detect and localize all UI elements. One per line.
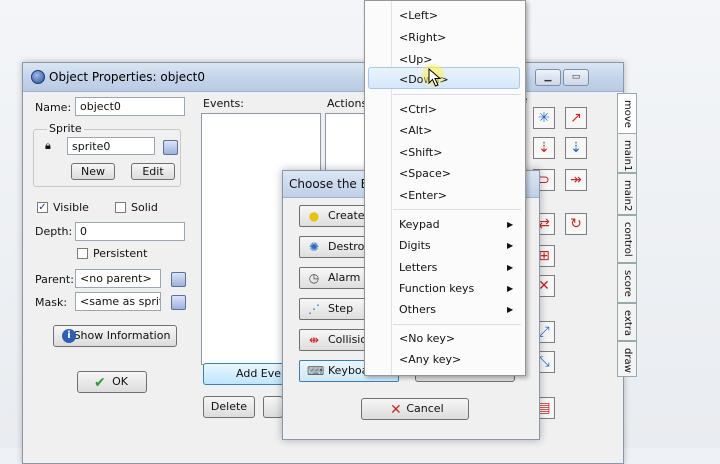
keyboard-icon: ⌨ <box>307 364 325 378</box>
menu-separator <box>393 209 521 210</box>
cancel-label: Cancel <box>406 402 444 415</box>
sprite-group-label: Sprite <box>47 122 84 135</box>
dialog-title: Choose the Ev <box>289 177 376 191</box>
move-fixed-icon[interactable]: ✳ <box>533 107 555 129</box>
mask-field[interactable]: <same as sprite> <box>75 292 161 311</box>
speed-horizontal-icon[interactable]: ⇣ <box>565 137 587 159</box>
menu-item-left[interactable]: <Left> <box>399 9 438 22</box>
menu-item-keypad[interactable]: Keypad <box>399 218 440 231</box>
app-icon <box>31 70 45 84</box>
persistent-label: Persistent <box>93 247 148 260</box>
new-sprite-button[interactable]: New <box>71 163 115 180</box>
name-label: Name: <box>35 101 72 114</box>
step-event-label: Step <box>328 302 354 315</box>
window-title: Object Properties: object0 <box>49 70 206 84</box>
sprite-pin-icon: 🔒︎ <box>45 139 51 152</box>
menu-item-alt[interactable]: <Alt> <box>399 124 432 137</box>
tab-score[interactable]: score <box>617 263 637 303</box>
menu-item-no-key[interactable]: <No key> <box>399 332 455 345</box>
menu-item-space[interactable]: <Space> <box>399 167 451 180</box>
menu-item-any-key[interactable]: <Any key> <box>399 353 461 366</box>
persistent-checkbox[interactable] <box>77 248 88 259</box>
alarm-event-label: Alarm <box>328 271 361 284</box>
tab-draw[interactable]: draw <box>617 341 637 377</box>
pointer-cursor-icon <box>428 68 442 87</box>
sprite-menu-icon[interactable] <box>163 140 178 155</box>
tab-extra[interactable]: extra <box>617 303 637 341</box>
move-towards-icon[interactable]: ⇣ <box>533 137 555 159</box>
visible-label: Visible <box>53 201 89 214</box>
solid-checkbox[interactable] <box>115 202 126 213</box>
menu-separator <box>393 324 521 325</box>
add-event-button[interactable]: Add Eve <box>203 363 289 385</box>
menu-separator <box>393 94 521 95</box>
move-free-icon[interactable]: ↗ <box>565 107 587 129</box>
clock-icon: ◷ <box>308 271 320 285</box>
parent-label: Parent: <box>35 273 74 286</box>
parent-menu-icon[interactable] <box>171 272 186 287</box>
tab-main2[interactable]: main2 <box>617 173 637 215</box>
menu-gutter <box>391 1 392 375</box>
menu-item-enter[interactable]: <Enter> <box>399 189 447 202</box>
submenu-arrow-icon: ▶ <box>507 220 514 229</box>
checkmark-icon: ✔ <box>94 375 106 391</box>
menu-item-right[interactable]: <Right> <box>399 31 446 44</box>
key-context-menu: <Left> <Right> <Up> <Down> <Ctrl> <Alt> … <box>364 0 526 376</box>
info-icon: i <box>62 329 76 343</box>
minimize-button[interactable]: ▁ <box>535 69 561 86</box>
change-event-button[interactable] <box>263 396 283 418</box>
solid-label: Solid <box>131 201 158 214</box>
submenu-arrow-icon: ▶ <box>507 241 514 250</box>
tab-main1[interactable]: main1 <box>617 133 637 173</box>
menu-item-letters[interactable]: Letters <box>399 261 437 274</box>
set-gravity-icon[interactable]: ↠ <box>565 169 587 191</box>
submenu-arrow-icon: ▶ <box>507 263 514 272</box>
depth-label: Depth: <box>35 225 73 238</box>
cross-icon: ✕ <box>390 402 402 418</box>
events-label: Events: <box>203 97 244 110</box>
menu-item-function-keys[interactable]: Function keys <box>399 282 474 295</box>
mask-menu-icon[interactable] <box>171 295 186 310</box>
mask-label: Mask: <box>35 296 68 309</box>
show-information-label: Show Information <box>73 329 171 342</box>
depth-field[interactable]: 0 <box>75 222 185 241</box>
maximize-button[interactable]: ▭ <box>563 69 589 86</box>
collision-icon: ⇼ <box>308 333 320 347</box>
menu-item-shift[interactable]: <Shift> <box>399 146 442 159</box>
menu-item-digits[interactable]: Digits <box>399 239 431 252</box>
reverse-vertical-icon[interactable]: ↻ <box>565 213 587 235</box>
submenu-arrow-icon: ▶ <box>507 305 514 314</box>
visible-checkbox[interactable]: ✓ <box>37 202 48 213</box>
tab-control[interactable]: control <box>617 215 637 263</box>
menu-item-ctrl[interactable]: <Ctrl> <box>399 103 437 116</box>
sprite-field[interactable]: sprite0 <box>67 137 155 155</box>
parent-field[interactable]: <no parent> <box>75 269 161 288</box>
lightbulb-icon: ● <box>308 209 320 223</box>
delete-event-button[interactable]: Delete <box>203 396 255 418</box>
edit-sprite-button[interactable]: Edit <box>131 163 175 180</box>
menu-item-others[interactable]: Others <box>399 303 436 316</box>
show-information-button[interactable]: i Show Information <box>53 325 177 347</box>
ok-button[interactable]: ✔ OK <box>77 371 147 393</box>
submenu-arrow-icon: ▶ <box>507 284 514 293</box>
window-titlebar[interactable]: Object Properties: object0 ▁ ▭ <box>23 63 623 92</box>
create-event-label: Create <box>328 209 365 222</box>
destroy-icon: ✺ <box>308 240 320 254</box>
cancel-button[interactable]: ✕ Cancel <box>361 398 469 420</box>
name-field[interactable]: object0 <box>75 97 185 116</box>
steps-icon: ⋰ <box>308 302 320 316</box>
ok-label: OK <box>112 375 128 388</box>
